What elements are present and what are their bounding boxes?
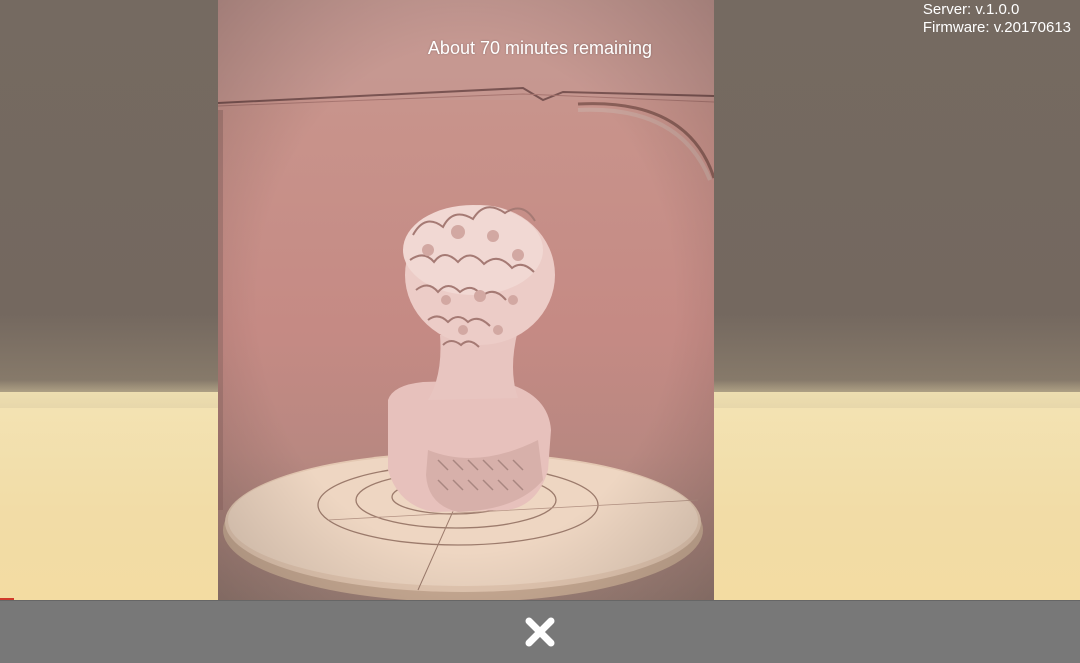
close-button[interactable] [516, 611, 564, 653]
version-info: Server: v.1.0.0 Firmware: v.20170613 [923, 1, 1071, 37]
preview-image [218, 0, 714, 600]
time-remaining-text: About 70 minutes remaining [427, 38, 653, 58]
camera-preview [218, 0, 714, 600]
close-icon [525, 617, 555, 647]
server-version: Server: v.1.0.0 [922, 1, 1020, 18]
bottom-toolbar [0, 600, 1080, 663]
firmware-version: Firmware: v.20170613 [922, 19, 1071, 36]
